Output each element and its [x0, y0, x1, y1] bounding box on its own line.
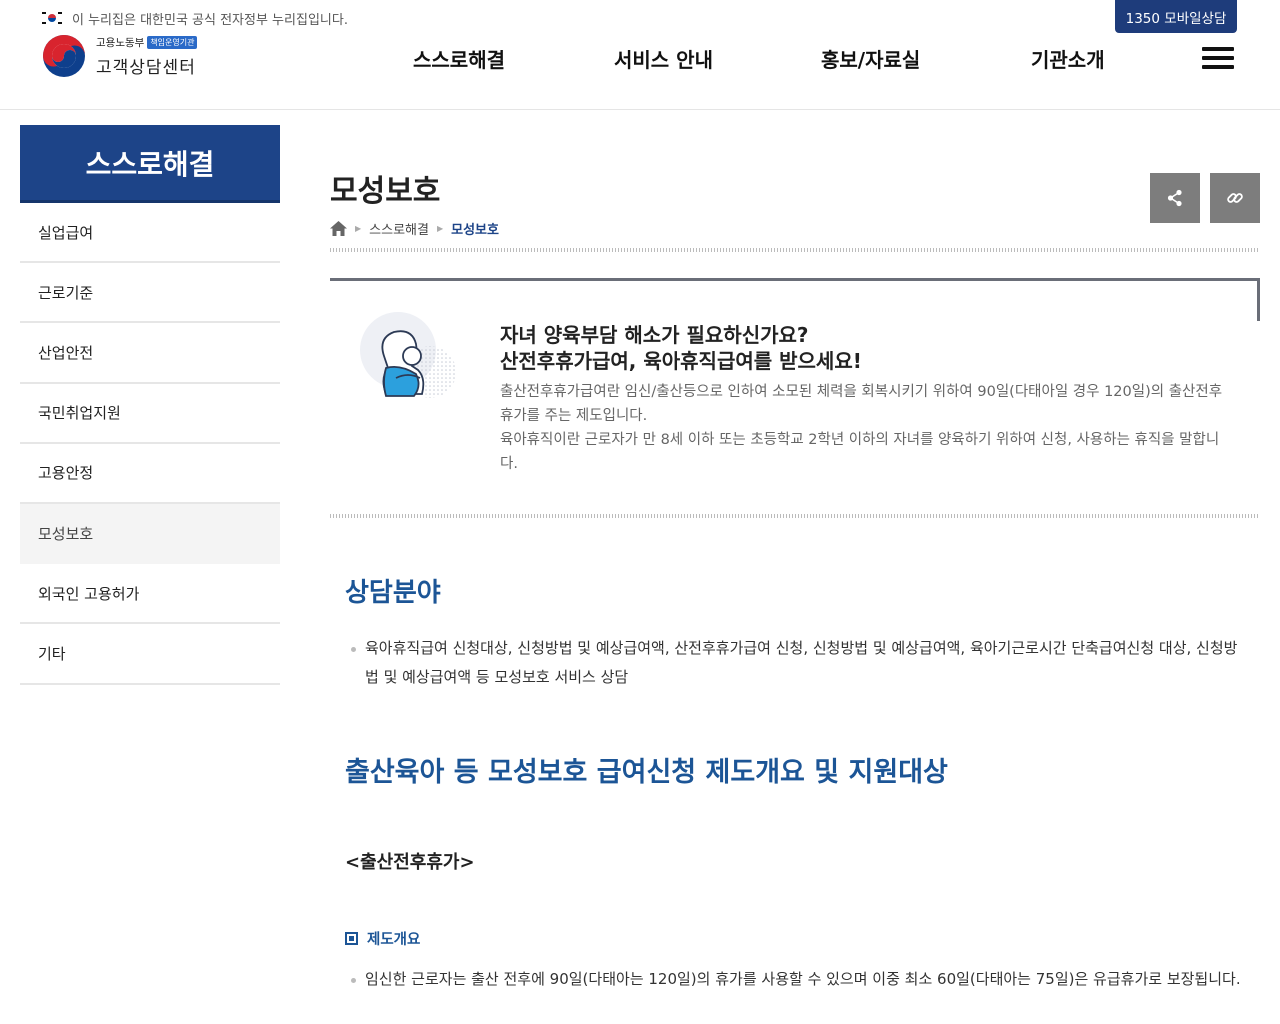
nav-item-about[interactable]: 기관소개 [1031, 44, 1105, 73]
sidebar-title: 스스로해결 [20, 125, 280, 203]
home-icon[interactable] [330, 221, 347, 236]
sidebar-item-maternity[interactable]: 모성보호 [20, 503, 280, 565]
intro-box-border [1257, 278, 1260, 321]
dotted-divider [330, 248, 1260, 252]
intro-headline-line1: 자녀 양육부담 해소가 필요하신가요? [500, 323, 809, 347]
breadcrumb-separator-icon: ▶ [436, 224, 444, 233]
dotted-divider [330, 514, 1260, 518]
nav-item-pr-materials[interactable]: 홍보/자료실 [821, 44, 920, 73]
sidebar-item-employment-support[interactable]: 국민취업지원 [20, 384, 280, 444]
consult-field-text: 육아휴직급여 신청대상, 신청방법 및 예상급여액, 산전후휴가급여 신청, 신… [351, 634, 1245, 692]
intro-headline-line2: 산전후휴가급여, 육아휴직급여를 받으세요! [500, 349, 862, 373]
korean-flag-icon [42, 11, 62, 25]
sidebar-item-employment-stability[interactable]: 고용안정 [20, 444, 280, 504]
intro-box-border [330, 278, 1260, 281]
nav-item-self-resolve[interactable]: 스스로해결 [413, 44, 505, 73]
intro-description: 출산전후휴가급여란 임신/출산등으로 인하여 소모된 체력을 회복시키기 위하여… [500, 380, 1225, 476]
gov-notice-text: 이 누리집은 대한민국 공식 전자정부 누리집입니다. [72, 12, 348, 28]
share-icon [1167, 189, 1182, 207]
copy-link-button[interactable] [1210, 173, 1260, 223]
sidebar-item-foreign-employment[interactable]: 외국인 고용허가 [20, 564, 280, 625]
system-overview-label-text: 제도개요 [367, 932, 421, 948]
menu-icon[interactable] [1202, 47, 1234, 69]
subheading-maternity-leave: <출산전후휴가> [345, 852, 475, 873]
mobile-consult-button[interactable]: 1350 모바일상담 [1115, 0, 1237, 33]
mother-baby-illustration-icon [360, 312, 456, 398]
sidebar-item-labor-standards[interactable]: 근로기준 [20, 263, 280, 324]
breadcrumb-item[interactable]: 스스로해결 [369, 219, 429, 238]
sidebar-menu: 실업급여 근로기준 산업안전 국민취업지원 고용안정 모성보호 외국인 고용허가… [20, 203, 280, 685]
intro-desc-parental-leave: 육아휴직이란 근로자가 만 8세 이하 또는 초등학교 2학년 이하의 자녀를 … [500, 432, 1220, 472]
system-overview-label: 제도개요 [345, 928, 420, 949]
sidebar-item-etc[interactable]: 기타 [20, 624, 280, 685]
sidebar-item-unemployment[interactable]: 실업급여 [20, 203, 280, 264]
site-logo[interactable]: 고용노동부 책임운영기관 고객상담센터 [42, 34, 198, 78]
system-overview-text: 임신한 근로자는 출산 전후에 90일(다태아는 120일)의 휴가를 사용할 … [351, 965, 1245, 994]
sidebar-item-industrial-safety[interactable]: 산업안전 [20, 323, 280, 384]
page-title: 모성보호 [330, 174, 441, 209]
breadcrumb: ▶ 스스로해결 ▶ 모성보호 [330, 219, 499, 238]
intro-desc-maternity-leave: 출산전후휴가급여란 임신/출산등으로 인하여 소모된 체력을 회복시키기 위하여… [500, 384, 1223, 424]
share-button[interactable] [1150, 173, 1200, 223]
intro-headline: 자녀 양육부담 해소가 필요하신가요? 산전후휴가급여, 육아휴직급여를 받으세… [500, 322, 862, 374]
breadcrumb-current: 모성보호 [451, 223, 499, 238]
nav-item-service-info[interactable]: 서비스 안내 [614, 44, 713, 73]
section-title-consult: 상담분야 [345, 578, 441, 608]
section-title-overview: 출산육아 등 모성보호 급여신청 제도개요 및 지원대상 [345, 757, 948, 788]
gov-notice-strip: 이 누리집은 대한민국 공식 전자정부 누리집입니다. [42, 8, 348, 28]
breadcrumb-separator-icon: ▶ [355, 224, 362, 233]
logo-center-name: 고객상담센터 [96, 57, 196, 78]
header-divider [0, 109, 1280, 110]
logo-ministry: 고용노동부 [96, 36, 145, 49]
logo-badge: 책임운영기관 [147, 35, 198, 49]
taegeuk-emblem-icon [43, 35, 85, 77]
square-bullet-icon [345, 932, 358, 945]
link-icon [1227, 193, 1243, 203]
